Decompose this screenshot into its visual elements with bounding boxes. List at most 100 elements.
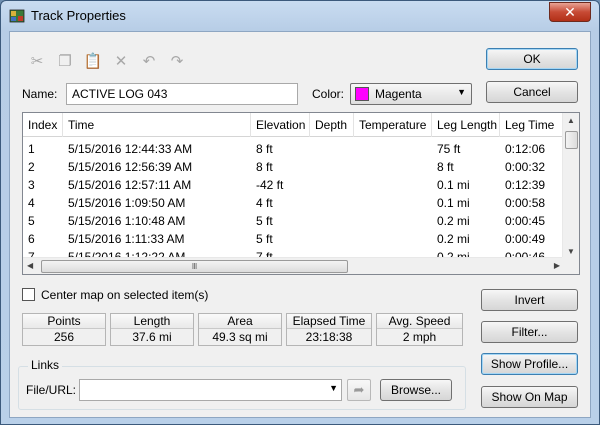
paste-icon[interactable]: 📋 <box>82 50 104 72</box>
delete-icon[interactable]: ✕ <box>110 50 132 72</box>
show-profile-button[interactable]: Show Profile... <box>481 353 578 375</box>
stat-avg-speed: Avg. Speed 2 mph <box>376 313 463 346</box>
redo-icon[interactable]: ↷ <box>166 50 188 72</box>
stat-label: Avg. Speed <box>377 314 462 329</box>
cell-leg-time: 0:12:06 <box>505 142 546 156</box>
table-row[interactable]: 6 5/15/2016 1:11:33 AM 5 ft 0.2 mi 0:00:49 <box>23 230 564 248</box>
horizontal-scroll-thumb[interactable]: Ⅲ <box>41 260 348 273</box>
track-stats: Points 256 Length 37.6 mi Area 49.3 sq m… <box>22 313 463 346</box>
color-label: Color: <box>312 87 345 101</box>
cell-index: 6 <box>28 232 35 246</box>
scroll-right-icon[interactable]: ▶ <box>554 261 560 270</box>
cell-leg-time: 0:12:39 <box>505 178 546 192</box>
cell-index: 1 <box>28 142 35 156</box>
cell-time: 5/15/2016 12:57:11 AM <box>68 178 192 192</box>
scroll-up-icon[interactable]: ▲ <box>567 116 575 125</box>
cell-leg-time: 0:00:32 <box>505 160 546 174</box>
cell-depth <box>310 212 354 230</box>
points-table[interactable]: Index Time Elevation Depth Temperature L… <box>22 112 580 275</box>
cell-leg-length: 8 ft <box>437 160 454 174</box>
cell-temperature <box>354 194 432 212</box>
cut-icon[interactable]: ✂ <box>26 50 48 72</box>
cell-leg-time: 0:00:49 <box>505 232 546 246</box>
cell-time: 5/15/2016 1:11:33 AM <box>68 232 185 246</box>
cancel-button[interactable]: Cancel <box>486 81 578 103</box>
title-bar[interactable]: Track Properties ✕ <box>1 1 599 31</box>
scroll-left-icon[interactable]: ◀ <box>27 261 33 270</box>
cell-index: 4 <box>28 196 35 210</box>
browse-button[interactable]: Browse... <box>380 379 452 401</box>
filter-button[interactable]: Filter... <box>481 321 578 343</box>
center-map-checkbox[interactable] <box>22 288 35 301</box>
stat-label: Area <box>199 314 281 329</box>
name-input[interactable]: ACTIVE LOG 043 <box>66 83 298 105</box>
undo-icon[interactable]: ↶ <box>138 50 160 72</box>
column-header-temperature[interactable]: Temperature <box>354 113 432 137</box>
column-header-leg-length[interactable]: Leg Length <box>432 113 500 137</box>
cell-time: 5/15/2016 1:09:50 AM <box>68 196 186 210</box>
file-url-combobox[interactable]: ▼ <box>79 379 342 401</box>
scroll-down-icon[interactable]: ▼ <box>567 247 575 256</box>
column-header-leg-time[interactable]: Leg Time <box>500 113 564 137</box>
stat-value: 23:18:38 <box>305 330 353 344</box>
show-on-map-button[interactable]: Show On Map <box>481 386 578 408</box>
column-header-elevation[interactable]: Elevation <box>251 113 310 137</box>
table-row[interactable]: 3 5/15/2016 12:57:11 AM -42 ft 0.1 mi 0:12:3… <box>23 176 564 194</box>
cell-index: 5 <box>28 214 35 228</box>
stat-length: Length 37.6 mi <box>110 313 194 346</box>
stat-label: Elapsed Time <box>287 314 371 329</box>
vertical-scroll-thumb[interactable] <box>565 131 578 149</box>
copy-icon[interactable]: ❐ <box>54 50 76 72</box>
table-row[interactable]: 4 5/15/2016 1:09:50 AM 4 ft 0.1 mi 0:00:58 <box>23 194 564 212</box>
cell-elevation: -42 ft <box>256 178 284 192</box>
table-row[interactable]: 1 5/15/2016 12:44:33 AM 8 ft 75 ft 0:12:06 <box>23 140 564 158</box>
table-row[interactable]: 5 5/15/2016 1:10:48 AM 5 ft 0.2 mi 0:00:45 <box>23 212 564 230</box>
open-link-icon[interactable]: ➦ <box>347 379 371 401</box>
cell-time: 5/15/2016 1:10:48 AM <box>68 214 186 228</box>
cell-leg-length: 0.2 mi <box>437 232 470 246</box>
stat-points: Points 256 <box>22 313 106 346</box>
cell-elevation: 5 ft <box>256 232 273 246</box>
cell-elevation: 4 ft <box>256 196 273 210</box>
horizontal-scrollbar[interactable]: ◀ Ⅲ ▶ <box>23 257 564 274</box>
stat-elapsed-time: Elapsed Time 23:18:38 <box>286 313 372 346</box>
cell-index: 3 <box>28 178 35 192</box>
edit-toolbar: ✂ ❐ 📋 ✕ ↶ ↷ <box>26 50 188 72</box>
vertical-scrollbar[interactable]: ▲ ▼ <box>562 113 579 259</box>
color-dropdown[interactable]: Magenta ▼ <box>350 83 472 105</box>
stat-value: 2 mph <box>402 330 437 344</box>
dialog-body: ✂ ❐ 📋 ✕ ↶ ↷ OK Cancel Name: ACTIVE LOG 0… <box>9 31 591 418</box>
cell-depth <box>310 194 354 212</box>
cell-temperature <box>354 176 432 194</box>
column-header-time[interactable]: Time <box>63 113 251 137</box>
cell-depth <box>310 176 354 194</box>
stat-value: 256 <box>53 330 75 344</box>
cell-temperature <box>354 158 432 176</box>
cell-leg-length: 0.1 mi <box>437 196 470 210</box>
stat-area: Area 49.3 sq mi <box>198 313 282 346</box>
stat-value: 37.6 mi <box>132 330 172 344</box>
cell-time: 5/15/2016 12:56:39 AM <box>68 160 193 174</box>
cell-temperature <box>354 212 432 230</box>
cell-index: 2 <box>28 160 35 174</box>
column-header-index[interactable]: Index <box>23 113 63 137</box>
ok-button[interactable]: OK <box>486 48 578 70</box>
cell-leg-length: 0.2 mi <box>437 214 470 228</box>
stat-label: Length <box>111 314 193 329</box>
color-swatch <box>355 87 369 101</box>
cell-depth <box>310 230 354 248</box>
stat-label: Points <box>23 314 105 329</box>
table-header: Index Time Elevation Depth Temperature L… <box>23 113 564 137</box>
invert-button[interactable]: Invert <box>481 289 578 311</box>
chevron-down-icon[interactable]: ▼ <box>329 383 338 393</box>
cell-depth <box>310 158 354 176</box>
column-header-depth[interactable]: Depth <box>310 113 354 137</box>
chevron-down-icon: ▼ <box>457 87 466 97</box>
cell-elevation: 8 ft <box>256 142 273 156</box>
table-row[interactable]: 2 5/15/2016 12:56:39 AM 8 ft 8 ft 0:00:32 <box>23 158 564 176</box>
name-label: Name: <box>22 87 58 101</box>
center-map-label[interactable]: Center map on selected item(s) <box>41 288 208 302</box>
close-button[interactable]: ✕ <box>549 2 591 22</box>
cell-leg-time: 0:00:45 <box>505 214 546 228</box>
cell-depth <box>310 140 354 158</box>
